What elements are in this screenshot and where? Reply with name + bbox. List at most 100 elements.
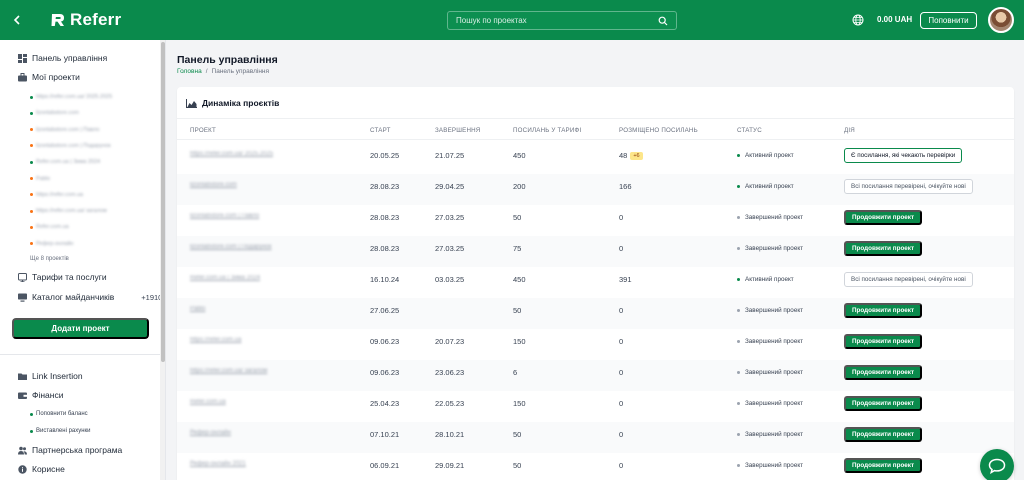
chevron-left-icon[interactable] <box>2 0 32 40</box>
sidebar-item-finances[interactable]: Фінанси <box>18 390 63 400</box>
sidebar-project-item[interactable]: lizonlabstore.com | Павло <box>30 127 99 133</box>
status-text: Завершений проект <box>745 369 804 376</box>
sidebar-project-item[interactable]: lizonlabstore.com <box>30 110 79 116</box>
project-link[interactable]: Рефер-онлайн 2021 <box>190 461 246 467</box>
sidebar-item-tariffs[interactable]: Тарифи та послуги <box>18 272 107 282</box>
links-in-tariff: 50 <box>513 430 522 439</box>
sidebar-project-item[interactable]: https://refer.com.ua <box>30 192 83 198</box>
placed-links-cell: 0 <box>619 430 623 439</box>
continue-project-button[interactable]: Продовжити проект <box>844 427 923 442</box>
all-links-checked-button[interactable]: Всі посилання перевірені, очікуйте нові <box>844 179 973 194</box>
sidebar-project-item[interactable]: Рефер-онлайн <box>30 241 73 247</box>
pending-links-button[interactable]: Є посилання, які чекають перевірки <box>844 148 963 163</box>
continue-project-button[interactable]: Продовжити проект <box>844 458 923 473</box>
sidebar-project-label: lizonlabstore.com | Подарунок <box>36 142 111 149</box>
sidebar-item-top-up-balance[interactable]: Поповнити баланс <box>30 411 88 417</box>
status-badge: Завершений проект <box>737 462 803 469</box>
chat-button[interactable] <box>980 449 1014 480</box>
all-links-checked-button[interactable]: Всі посилання перевірені, очікуйте нові <box>844 272 973 287</box>
sidebar-item-label: Каталог майданчиків <box>32 292 115 302</box>
sidebar-project-item[interactable]: Pablo <box>30 176 50 182</box>
table-row: Рефер-онлайн 07.10.21 28.10.21 50 0 Завершени… <box>177 422 1014 453</box>
search-input[interactable] <box>456 16 657 25</box>
sidebar: Панель управління Мої проекти https://re… <box>0 40 166 480</box>
continue-project-button[interactable]: Продовжити проект <box>844 210 923 225</box>
sidebar-item-label: Партнерська програма <box>32 445 123 455</box>
project-link[interactable]: Рефер-онлайн <box>190 430 231 436</box>
sidebar-project-item[interactable]: Refer.com.ua <box>30 224 69 230</box>
project-link[interactable]: https://refer.com.ua/ 2025.2025 <box>190 151 273 157</box>
project-link[interactable]: lizonlabstore.com | Подарунок <box>190 244 271 250</box>
links-in-tariff: 6 <box>513 368 518 377</box>
continue-project-button[interactable]: Продовжити проект <box>844 396 923 411</box>
breadcrumb-home-link[interactable]: Головна <box>177 68 202 75</box>
info-icon <box>18 464 27 474</box>
status-text: Активний проект <box>745 152 794 159</box>
continue-project-button[interactable]: Продовжити проект <box>844 334 923 349</box>
table-row: lizonlabstore.com 28.08.23 29.04.25 200 166 А… <box>177 174 1014 205</box>
breadcrumb-separator: / <box>205 68 208 75</box>
avatar[interactable] <box>988 7 1014 33</box>
links-in-tariff: 150 <box>513 399 526 408</box>
sidebar-project-item[interactable]: Refer.com.ua | Зима 2024 <box>30 159 100 165</box>
logo[interactable]: Referr <box>50 10 121 30</box>
sidebar-item-label: Виставлені рахунки <box>36 428 91 434</box>
end-date: 21.07.25 <box>435 151 465 160</box>
wallet-icon <box>18 391 27 400</box>
sidebar-item-useful[interactable]: Корисне <box>18 464 65 474</box>
table-row: lizonlabstore.com | Павло 28.08.23 27.03.2… <box>177 205 1014 236</box>
start-date: 20.05.25 <box>370 151 400 160</box>
project-link[interactable]: lizonlabstore.com | Павло <box>190 213 259 219</box>
sidebar-project-item[interactable]: https://refer.com.ua/ загалом <box>30 208 107 214</box>
sidebar-scrollbar-thumb[interactable] <box>161 42 165 362</box>
sidebar-item-label: Тарифи та послуги <box>32 272 107 282</box>
end-date: 27.03.25 <box>435 213 465 222</box>
sidebar-project-item[interactable]: lizonlabstore.com | Подарунок <box>30 143 111 149</box>
project-link[interactable]: https://refer.com.ua <box>190 337 241 343</box>
continue-project-button[interactable]: Продовжити проект <box>844 365 923 380</box>
project-link[interactable]: Refer.com.ua | Зима 2024 <box>190 275 260 281</box>
search-bar[interactable] <box>447 11 677 30</box>
column-header: ЗАВЕРШЕННЯ <box>435 127 481 134</box>
table-row: Refer.com.ua | Зима 2024 16.10.24 03.03.25… <box>177 267 1014 298</box>
status-badge: Завершений проект <box>737 307 803 314</box>
column-header: СТАТУС <box>737 127 762 134</box>
end-date: 27.03.25 <box>435 244 465 253</box>
status-dot <box>30 95 33 99</box>
table-header: ПРОЕКТ СТАРТ ЗАВЕРШЕННЯ ПОСИЛАНЬ У ТАРИФІ РО… <box>177 118 1014 140</box>
sidebar-project-label: Refer.com.ua <box>36 224 69 231</box>
add-project-button[interactable]: Додати проект <box>12 318 149 339</box>
project-link[interactable]: Pablo <box>190 306 205 312</box>
end-date: 20.07.23 <box>435 337 465 346</box>
sidebar-item-dashboard[interactable]: Панель управління <box>18 53 107 63</box>
sidebar-item-my-projects[interactable]: Мої проекти <box>18 72 80 82</box>
sidebar-item-label: Поповнити баланс <box>36 411 88 417</box>
globe-icon[interactable] <box>852 13 864 26</box>
status-dot <box>30 128 33 132</box>
search-icon[interactable] <box>657 15 668 26</box>
sidebar-item-invoices[interactable]: Виставлені рахунки <box>30 428 91 434</box>
sidebar-project-item[interactable]: https://refer.com.ua/ 2025.2025 <box>30 94 112 100</box>
new-links-badge: +6 <box>630 152 643 160</box>
status-dot <box>30 177 33 180</box>
start-date: 09.06.23 <box>370 368 400 377</box>
sidebar-item-partner-program[interactable]: Партнерська програма <box>18 445 122 455</box>
table-row: Refer.com.ua 25.04.23 22.05.23 150 0 Завершен… <box>177 391 1014 422</box>
sidebar-item-link-insertion[interactable]: Link Insertion <box>18 371 83 381</box>
project-link[interactable]: lizonlabstore.com <box>190 182 237 188</box>
status-badge: Завершений проект <box>737 431 803 438</box>
continue-project-button[interactable]: Продовжити проект <box>844 303 923 318</box>
project-link[interactable]: Refer.com.ua <box>190 399 226 405</box>
placed-links-value: 0 <box>619 430 624 439</box>
status-text: Завершений проект <box>745 338 804 345</box>
links-in-tariff: 200 <box>513 182 526 191</box>
sidebar-item-catalog[interactable]: Каталог майданчиків +1910 <box>18 292 162 302</box>
status-dot <box>30 242 33 246</box>
table-row: https://refer.com.ua/ загалом 09.06.23 23.… <box>177 360 1014 391</box>
start-date: 16.10.24 <box>370 275 400 284</box>
all-projects-link[interactable]: Ще 8 проектів <box>30 256 69 262</box>
project-link[interactable]: https://refer.com.ua/ загалом <box>190 368 267 374</box>
placed-links-value: 0 <box>619 244 624 253</box>
top-up-button[interactable]: Поповнити <box>920 12 977 29</box>
continue-project-button[interactable]: Продовжити проект <box>844 241 923 256</box>
